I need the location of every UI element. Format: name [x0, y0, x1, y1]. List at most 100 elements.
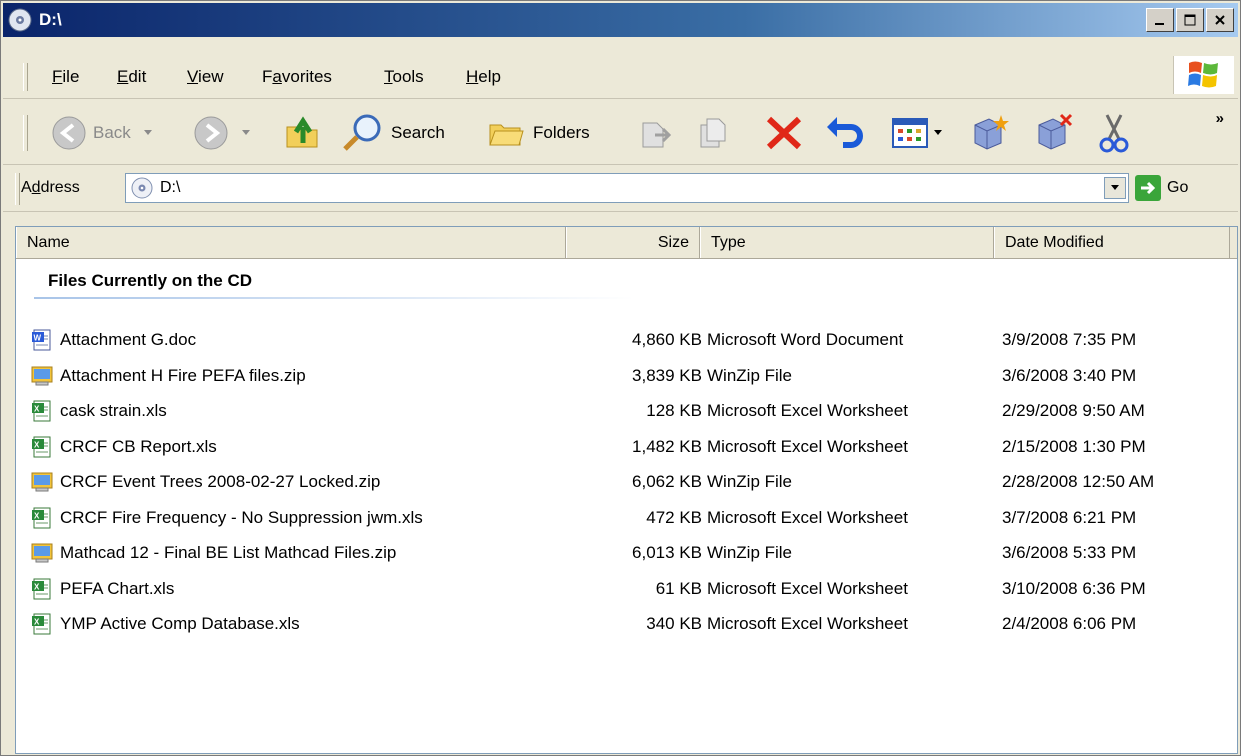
- file-type: WinZip File: [707, 365, 793, 385]
- zip-icon: [30, 541, 54, 565]
- file-size: 6,013 KB: [632, 543, 702, 562]
- file-size: 6,062 KB: [632, 472, 702, 491]
- file-name: Mathcad 12 - Final BE List Mathcad Files…: [60, 543, 397, 562]
- toolbar-overflow-button[interactable]: »: [1216, 110, 1224, 127]
- copy-to-icon: [700, 118, 726, 148]
- go-button[interactable]: Go: [1135, 175, 1188, 201]
- excel-icon: X: [30, 612, 54, 636]
- delete-button[interactable]: [765, 115, 803, 151]
- remove-cube-icon: [1038, 113, 1073, 150]
- remove-button[interactable]: [1033, 113, 1073, 151]
- views-button[interactable]: [891, 115, 943, 151]
- file-row[interactable]: Xcask strain.xls 128 KB Microsoft Excel Wo…: [30, 395, 1230, 429]
- file-size: 1,482 KB: [632, 436, 702, 456]
- file-date: 3/9/2008 7:35 PM: [1002, 330, 1137, 349]
- up-folder-button[interactable]: [283, 113, 323, 153]
- file-date: 2/29/2008 9:50 AM: [1002, 401, 1145, 420]
- file-list-view[interactable]: Name Size Type Date Modified Files Curre…: [15, 226, 1238, 754]
- file-row[interactable]: X PEFA Chart.xls 61 KB Microsoft Excel Work…: [30, 573, 1230, 607]
- minimize-button[interactable]: [1146, 8, 1174, 32]
- back-arrow-icon: [52, 116, 86, 150]
- explorer-window: D:\ File Edit View Favorites Tools Help: [0, 0, 1241, 756]
- file-name: YMP Active Comp Database.xls: [60, 614, 300, 633]
- file-row[interactable]: X CRCF CB Report.xls 1,482 KB Microsoft Exc…: [30, 431, 1230, 465]
- file-date: 2/4/2008 6:06 PM: [1002, 614, 1137, 633]
- file-size: 61 KB: [655, 578, 702, 598]
- file-row[interactable]: Mathcad 12 - Final BE List Mathcad Files…: [30, 537, 1230, 571]
- svg-text:X: X: [34, 582, 40, 591]
- column-header-size[interactable]: Size: [566, 227, 700, 258]
- undo-button[interactable]: [825, 115, 865, 151]
- copy-to-button[interactable]: [697, 115, 733, 151]
- file-type: WinZip File: [707, 543, 793, 562]
- close-button[interactable]: [1206, 8, 1234, 32]
- menu-edit[interactable]: Edit: [117, 67, 146, 87]
- toolbar-grip[interactable]: [23, 115, 28, 151]
- file-row[interactable]: W Attachment G.doc 4,860 KB Microsoft Word …: [30, 324, 1230, 358]
- folders-button[interactable]: Folders: [487, 113, 590, 153]
- excel-icon: X: [30, 399, 54, 423]
- svg-text:X: X: [34, 511, 40, 520]
- address-input[interactable]: D:\: [125, 173, 1129, 203]
- file-row[interactable]: CRCF Event Trees 2008-02-27 Locked.zip 6,…: [30, 466, 1230, 500]
- file-row[interactable]: Attachment H Fire PEFA files.zip 3,839 KB…: [30, 360, 1230, 394]
- file-type: Microsoft Excel Worksheet: [707, 614, 908, 633]
- column-header-type[interactable]: Type: [700, 227, 994, 258]
- scissors-icon: [1099, 114, 1129, 153]
- address-dropdown-button[interactable]: [1104, 177, 1126, 199]
- file-type: Microsoft Excel Worksheet: [707, 436, 908, 456]
- back-button[interactable]: Back: [51, 115, 153, 151]
- search-button[interactable]: Search: [341, 113, 445, 153]
- svg-text:X: X: [34, 405, 40, 414]
- column-header-name[interactable]: Name: [16, 227, 566, 258]
- chevron-down-icon: [143, 130, 152, 135]
- title-bar[interactable]: D:\: [3, 3, 1238, 37]
- file-type: Microsoft Excel Worksheet: [707, 401, 908, 420]
- menu-favorites[interactable]: Favorites: [262, 67, 332, 87]
- group-divider: [34, 297, 634, 299]
- zip-icon: [30, 470, 54, 494]
- svg-text:W: W: [34, 334, 42, 343]
- menu-file[interactable]: File: [52, 67, 79, 87]
- new-folder-button[interactable]: [969, 113, 1009, 151]
- maximize-icon: [1184, 14, 1196, 26]
- file-date: 3/10/2008 6:36 PM: [1002, 578, 1146, 598]
- new-cube-icon: [974, 115, 1009, 150]
- svg-text:X: X: [34, 618, 40, 627]
- file-row[interactable]: X CRCF Fire Frequency - No Suppression jw…: [30, 502, 1230, 536]
- column-header-date[interactable]: Date Modified: [994, 227, 1230, 258]
- address-bar: Address D:\ Go: [3, 167, 1238, 212]
- menu-help[interactable]: Help: [466, 67, 501, 87]
- excel-icon: X: [30, 506, 54, 530]
- file-date: 3/6/2008 5:33 PM: [1002, 543, 1137, 562]
- windows-logo: [1173, 56, 1234, 94]
- views-icon: [892, 118, 928, 148]
- file-type: Microsoft Word Document: [707, 330, 904, 349]
- file-name: cask strain.xls: [60, 401, 167, 420]
- delete-x-icon: [766, 116, 802, 150]
- menubar-grip[interactable]: [23, 63, 28, 91]
- forward-button[interactable]: [193, 115, 251, 151]
- window-title: D:\: [39, 10, 62, 29]
- menu-tools[interactable]: Tools: [384, 67, 424, 87]
- folder-up-icon: [286, 116, 318, 148]
- cd-drive-icon: [131, 177, 153, 199]
- file-size: 4,860 KB: [632, 330, 702, 349]
- close-icon: [1215, 15, 1225, 25]
- group-title: Files Currently on the CD: [48, 271, 253, 290]
- file-size: 340 KB: [646, 614, 702, 633]
- forward-arrow-icon: [194, 116, 228, 150]
- file-date: 2/28/2008 12:50 AM: [1002, 472, 1155, 491]
- file-row[interactable]: X YMP Active Comp Database.xls 340 KB Micro…: [30, 608, 1230, 642]
- excel-icon: X: [30, 577, 54, 601]
- file-name: CRCF CB Report.xls: [60, 436, 217, 456]
- menu-view[interactable]: View: [187, 67, 224, 87]
- addressbar-grip[interactable]: [15, 173, 20, 205]
- move-to-button[interactable]: [639, 115, 675, 151]
- minimize-icon: [1155, 23, 1164, 25]
- undo-icon: [827, 117, 863, 148]
- maximize-button[interactable]: [1176, 8, 1204, 32]
- cut-button[interactable]: [1097, 113, 1131, 153]
- file-type: Microsoft Excel Worksheet: [707, 578, 908, 598]
- svg-text:X: X: [34, 440, 40, 449]
